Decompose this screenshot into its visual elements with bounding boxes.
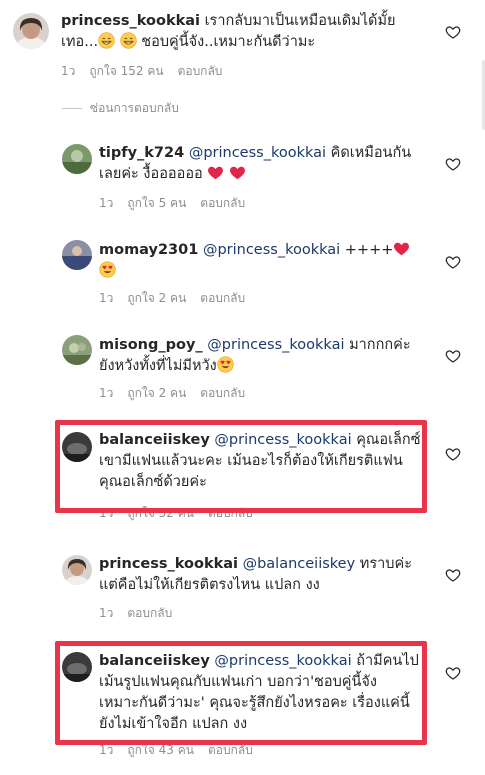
heart-icon[interactable]	[445, 24, 461, 40]
comment-username[interactable]: tipfy_k724	[99, 145, 184, 161]
comment-username[interactable]: momay2301	[99, 242, 198, 258]
comment-body: เรากลับมาเป็นเหมือนเดิมได้มั้ย	[204, 13, 396, 29]
comment-text: princess_kookkai เรากลับมาเป็นเหมือนเดิม…	[61, 11, 406, 53]
comment-text: misong_poy_ @princess_kookkai มากกกค่ะ ย…	[99, 335, 444, 377]
like-count[interactable]: ถูกใจ 5 คน	[127, 196, 186, 210]
comment-time: 1ว	[99, 386, 114, 400]
comment-meta: 1ว ถูกใจ 152 คน ตอบกลับ	[61, 62, 236, 81]
like-count[interactable]: ถูกใจ 2 คน	[127, 291, 186, 305]
mention-link[interactable]: @princess_kookkai	[189, 145, 326, 161]
avatar[interactable]	[62, 240, 92, 270]
comment-time: 1ว	[99, 291, 114, 305]
comment-meta: 1ว ถูกใจ 2 คน ตอบกลับ	[99, 289, 259, 308]
comment-username[interactable]: misong_poy_	[99, 337, 203, 353]
comment-body: มากกกค่ะ	[344, 337, 411, 353]
heart-icon[interactable]	[445, 446, 461, 462]
comment-body: เทอ...	[61, 34, 99, 50]
comment-body: ยังหวังทั้งที่ไม่มีหวัง	[99, 358, 217, 374]
avatar[interactable]	[62, 144, 92, 174]
reply-button[interactable]: ตอบกลับ	[200, 196, 245, 210]
avatar[interactable]	[13, 13, 49, 49]
comment-body: แต่คือไม่ให้เกียรติตรงไหน แปลก งง	[99, 577, 320, 593]
like-count[interactable]: ถูกใจ 152 คน	[89, 64, 163, 78]
comment-body: เลยค่ะ งื้ออออออ	[99, 166, 208, 182]
comment-username[interactable]: princess_kookkai	[99, 556, 238, 572]
comment-time: 1ว	[99, 606, 114, 620]
heart-icon[interactable]	[445, 254, 461, 270]
hide-replies-label: ซ่อนการตอบกลับ	[90, 101, 179, 115]
red-heart-emoji-icon	[393, 240, 410, 257]
mention-link[interactable]: @balanceiiskey	[243, 556, 356, 572]
heart-icon[interactable]	[445, 156, 461, 172]
comment-text: momay2301 @princess_kookkai ++++	[99, 240, 444, 282]
reply-button[interactable]: ตอบกลับ	[127, 606, 172, 620]
avatar[interactable]	[62, 335, 92, 365]
heart-eyes-emoji-icon	[99, 261, 116, 278]
comment-meta: 1ว ตอบกลับ	[99, 604, 186, 623]
comment-body: คิดเหมือนกัน	[326, 145, 412, 161]
mention-link[interactable]: @princess_kookkai	[207, 337, 344, 353]
avatar[interactable]	[62, 555, 92, 585]
highlight-box	[55, 641, 427, 745]
heart-icon[interactable]	[445, 567, 461, 583]
divider	[62, 108, 82, 109]
comment-body: ทราบค่ะ	[355, 556, 412, 572]
comment-time: 1ว	[61, 64, 76, 78]
comment-meta: 1ว ถูกใจ 5 คน ตอบกลับ	[99, 194, 259, 213]
grinning-emoji-icon	[120, 32, 137, 49]
like-count[interactable]: ถูกใจ 43 คน	[127, 743, 194, 757]
comment-time: 1ว	[99, 743, 114, 757]
comment-username[interactable]: princess_kookkai	[61, 13, 200, 29]
reply-button[interactable]: ตอบกลับ	[208, 743, 253, 757]
red-heart-emoji-icon	[207, 164, 224, 181]
comment-body: ++++	[340, 242, 394, 258]
comment-text: princess_kookkai @balanceiiskey ทราบค่ะ …	[99, 554, 444, 596]
comment-time: 1ว	[99, 196, 114, 210]
mention-link[interactable]: @princess_kookkai	[203, 242, 340, 258]
like-count[interactable]: ถูกใจ 2 คน	[127, 386, 186, 400]
reply-button[interactable]: ตอบกลับ	[200, 386, 245, 400]
heart-eyes-emoji-icon	[217, 356, 234, 373]
comment-text: tipfy_k724 @princess_kookkai คิดเหมือนกั…	[99, 143, 444, 185]
comment-body: ชอบคู่นี้จัง..เหมาะกันดีว่ามะ	[136, 34, 316, 50]
red-heart-emoji-icon	[229, 164, 246, 181]
heart-icon[interactable]	[445, 665, 461, 681]
grinning-emoji-icon	[98, 32, 115, 49]
reply-button[interactable]: ตอบกลับ	[200, 291, 245, 305]
heart-icon[interactable]	[445, 348, 461, 364]
reply-button[interactable]: ตอบกลับ	[178, 64, 223, 78]
comment-meta: 1ว ถูกใจ 2 คน ตอบกลับ	[99, 384, 259, 403]
highlight-box	[55, 420, 427, 513]
